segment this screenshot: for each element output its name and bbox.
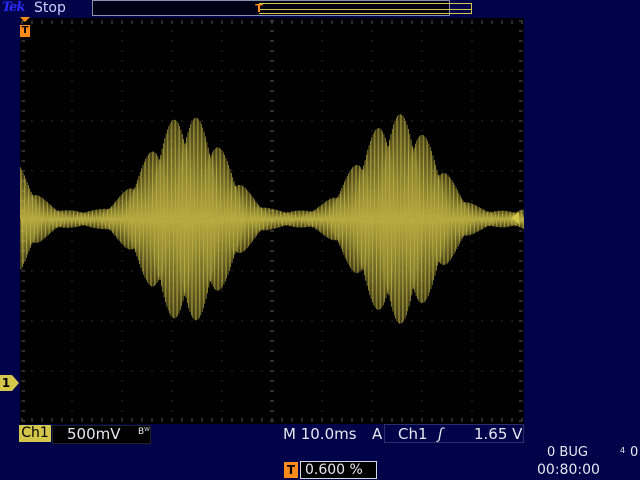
brand-logo: Tek (2, 0, 25, 15)
trigger-position-icon[interactable]: T (20, 17, 30, 39)
top-bar: Tek Stop T (0, 0, 640, 18)
record-length-indicator: T (92, 0, 472, 16)
ch1-volts-per-div: 500mV (67, 425, 121, 443)
record-trigger-mark-icon: T (255, 2, 263, 15)
run-state-label: Stop (34, 0, 66, 16)
record-view-line (259, 9, 472, 10)
trigger-level-arrow-icon[interactable] (511, 212, 519, 224)
right-zero: 0 (630, 445, 639, 460)
timebase-readout: M 10.0ms (283, 425, 357, 443)
ch1-label[interactable]: Ch1 (19, 425, 51, 442)
bandwidth-limit-icon: Bᵂ (138, 427, 150, 437)
trigger-position-box: 0.600 % (300, 461, 377, 479)
bug-superscript: 4 (620, 446, 626, 455)
clock-readout: 00:80:00 (537, 462, 600, 478)
trigger-position-readout-icon: T (284, 462, 298, 478)
ch1-scale-box: 500mV (52, 425, 151, 444)
bug-readout: 0 BUG (547, 445, 588, 460)
trigger-source-prefix: A (372, 425, 383, 443)
waveform-display (20, 18, 524, 424)
ch1-waveform (20, 114, 524, 324)
ch1-trace (20, 114, 524, 324)
trigger-source: Ch1 (398, 425, 428, 443)
trigger-slope-icon: ʃ (438, 425, 444, 443)
ch1-ground-level-marker[interactable]: 1 (0, 375, 20, 391)
trigger-position-readout: 0.600 % (305, 462, 363, 478)
trigger-level-readout: 1.65 V (474, 425, 523, 443)
